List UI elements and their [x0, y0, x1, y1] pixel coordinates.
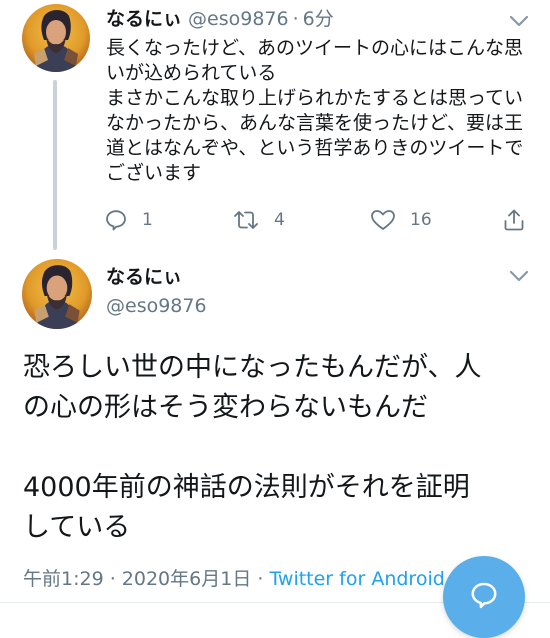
tweet-text-line: の心の形はそう変わらないもんだ [23, 392, 428, 423]
avatar[interactable] [22, 4, 90, 72]
tweet-text-line: まさかこんな取り上げられかたするとは思ってい [106, 87, 524, 109]
like-count: 16 [410, 210, 432, 230]
display-name[interactable]: なるにぃ [106, 264, 182, 290]
tweet-text-line: 恐ろしい世の中になったもんだが、人 [23, 352, 482, 383]
main-tweet-text: 恐ろしい世の中になったもんだが、人 の心の形はそう変わらないもんだ 4000年前… [23, 348, 533, 548]
tweet-source-link[interactable]: Twitter for Android [269, 568, 444, 590]
tweet-text: 長くなったけど、あのツイートの心にはこんな思 いが込められている まさかこんな取… [106, 36, 526, 186]
tweet-header: なるにぃ @eso9876 · 6分 [106, 6, 334, 32]
share-button[interactable] [502, 205, 526, 235]
tweet-timestamp[interactable]: 午前1:29 · 2020年6月1日 · [23, 568, 269, 590]
thread-connector-line [53, 80, 57, 250]
like-button[interactable]: 16 [370, 205, 432, 235]
reply-icon [104, 208, 128, 232]
reply-button[interactable]: 1 [104, 205, 153, 235]
tweet-text-line: いが込められている [106, 62, 277, 84]
retweet-icon [232, 208, 260, 232]
share-icon [502, 208, 526, 232]
chevron-down-icon[interactable] [508, 13, 530, 27]
tweet-metadata: 午前1:29 · 2020年6月1日 · Twitter for Android [23, 566, 445, 592]
like-icon [370, 208, 396, 232]
tweet-text-line: 長くなったけど、あのツイートの心にはこんな思 [106, 37, 524, 59]
separator: · [292, 8, 299, 30]
tweet-actions: 1 4 16 [104, 205, 534, 235]
tweet-text-line: 道とはなんぞや、という哲学ありきのツイートで [106, 137, 524, 159]
avatar[interactable] [22, 259, 92, 329]
chevron-down-icon[interactable] [508, 268, 530, 282]
timestamp[interactable]: 6分 [303, 8, 334, 30]
handle[interactable]: @eso9876 [106, 293, 207, 319]
handle[interactable]: @eso9876 [188, 8, 289, 30]
reply-tweet[interactable]: なるにぃ @eso9876 · 6分 長くなったけど、あのツイートの心にはこんな思 い… [0, 0, 550, 250]
retweet-button[interactable]: 4 [232, 205, 285, 235]
tweet-text-line: ございます [106, 162, 202, 184]
retweet-count: 4 [274, 210, 285, 230]
display-name[interactable]: なるにぃ [106, 8, 182, 30]
tweet-text-line: なかったから、あんな言葉を使ったけど、要は王 [106, 112, 524, 134]
reply-count: 1 [142, 210, 153, 230]
compose-reply-button[interactable] [443, 556, 525, 638]
tweet-text-line: している [23, 512, 131, 543]
tweet-text-line: 4000年前の神話の法則がそれを証明 [23, 472, 470, 503]
